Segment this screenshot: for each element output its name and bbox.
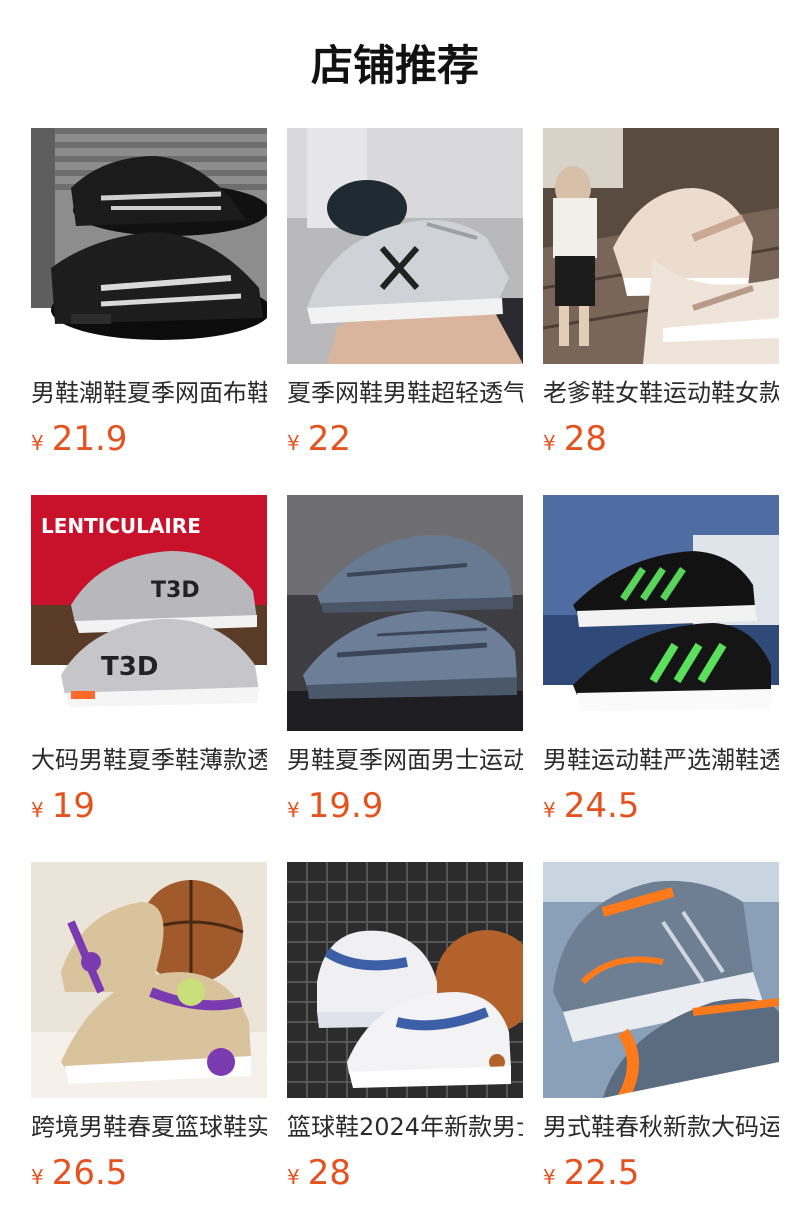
product-price: ¥19 — [31, 784, 95, 828]
recommendation-page: 店铺推荐 男鞋潮鞋夏季网面布鞋 ¥ 21.9 夏季网鞋男鞋超轻透气 ¥ 22 老… — [0, 0, 790, 1230]
price-value: 28 — [307, 1153, 351, 1193]
product-image[interactable] — [543, 495, 779, 731]
product-price: ¥22 — [287, 417, 351, 461]
price-value: 19.9 — [307, 786, 384, 826]
product-name[interactable]: 男鞋运动鞋严选潮鞋透气跑步鞋 — [543, 742, 779, 778]
product-card[interactable]: 老爹鞋女鞋运动鞋女款百搭休闲鞋 ¥28 — [543, 128, 779, 468]
currency-symbol: ¥ — [287, 798, 300, 822]
product-image[interactable] — [287, 862, 523, 1098]
product-image[interactable] — [31, 862, 267, 1098]
price-value: 22.5 — [563, 1153, 640, 1193]
page-title: 店铺推荐 — [310, 41, 479, 90]
product-name[interactable]: 男鞋潮鞋夏季网面布鞋透气运动鞋 — [31, 375, 267, 411]
product-card[interactable]: 男式鞋春秋新款大码运动休闲鞋 ¥22.5 — [543, 862, 779, 1202]
currency-symbol: ¥ — [31, 798, 44, 822]
price-value: 28 — [563, 419, 607, 459]
product-image[interactable] — [287, 128, 523, 364]
product-card[interactable]: 男鞋夏季网面男士运动休闲鞋 ¥19.9 — [287, 495, 523, 835]
product-name[interactable]: 男式鞋春秋新款大码运动休闲鞋 — [543, 1109, 779, 1145]
product-card[interactable]: LENTICULAIRE T3D T3D 大码男鞋夏季鞋薄款透气运动鞋 ¥19 — [31, 495, 267, 835]
currency-symbol: ¥ — [287, 1165, 300, 1189]
currency-symbol: ¥ — [31, 431, 44, 455]
product-grid: 男鞋潮鞋夏季网面布鞋透气运动鞋 ¥21.9 — [31, 128, 790, 1230]
product-price: ¥26.5 — [31, 1151, 127, 1195]
product-image[interactable] — [287, 495, 523, 731]
product-image[interactable] — [543, 128, 779, 364]
svg-text:LENTICULAIRE: LENTICULAIRE — [41, 514, 201, 538]
price-value: 24.5 — [563, 786, 640, 826]
price-value: 22 — [307, 419, 351, 459]
price-value: 19 — [51, 786, 95, 826]
product-card[interactable]: 男鞋潮鞋夏季网面布鞋透气运动鞋 ¥21.9 — [31, 128, 267, 468]
currency-symbol: ¥ — [543, 431, 556, 455]
product-name[interactable]: 跨境男鞋春夏篮球鞋实战运动鞋 — [31, 1109, 267, 1145]
price-value: 21.9 — [51, 419, 128, 459]
product-price: ¥19.9 — [287, 784, 383, 828]
product-card[interactable]: 男鞋运动鞋严选潮鞋透气跑步鞋 ¥24.5 — [543, 495, 779, 835]
product-name[interactable]: 篮球鞋2024年新款男士高帮运动鞋 — [287, 1109, 523, 1145]
product-card[interactable]: 跨境男鞋春夏篮球鞋实战运动鞋 ¥26.5 — [31, 862, 267, 1202]
currency-symbol: ¥ — [31, 1165, 44, 1189]
product-price: ¥21.9 — [31, 417, 127, 461]
product-image[interactable] — [31, 128, 267, 364]
product-price: ¥28 — [287, 1151, 351, 1195]
product-image[interactable] — [543, 862, 779, 1098]
product-name[interactable]: 男鞋夏季网面男士运动休闲鞋 — [287, 742, 523, 778]
svg-text:T3D: T3D — [151, 578, 200, 603]
svg-text:T3D: T3D — [101, 652, 158, 682]
product-name[interactable]: 夏季网鞋男鞋超轻透气休闲跑步鞋 — [287, 375, 523, 411]
product-card[interactable]: 夏季网鞋男鞋超轻透气休闲跑步鞋 ¥22 — [287, 128, 523, 468]
currency-symbol: ¥ — [543, 1165, 556, 1189]
product-name[interactable]: 大码男鞋夏季鞋薄款透气运动鞋 — [31, 742, 267, 778]
product-name[interactable]: 老爹鞋女鞋运动鞋女款百搭休闲鞋 — [543, 375, 779, 411]
price-value: 26.5 — [51, 1153, 128, 1193]
product-price: ¥28 — [543, 417, 607, 461]
product-price: ¥24.5 — [543, 784, 639, 828]
product-card[interactable]: 篮球鞋2024年新款男士高帮运动鞋 ¥28 — [287, 862, 523, 1202]
currency-symbol: ¥ — [287, 431, 300, 455]
product-image[interactable]: LENTICULAIRE T3D T3D — [31, 495, 267, 731]
product-price: ¥22.5 — [543, 1151, 639, 1195]
currency-symbol: ¥ — [543, 798, 556, 822]
